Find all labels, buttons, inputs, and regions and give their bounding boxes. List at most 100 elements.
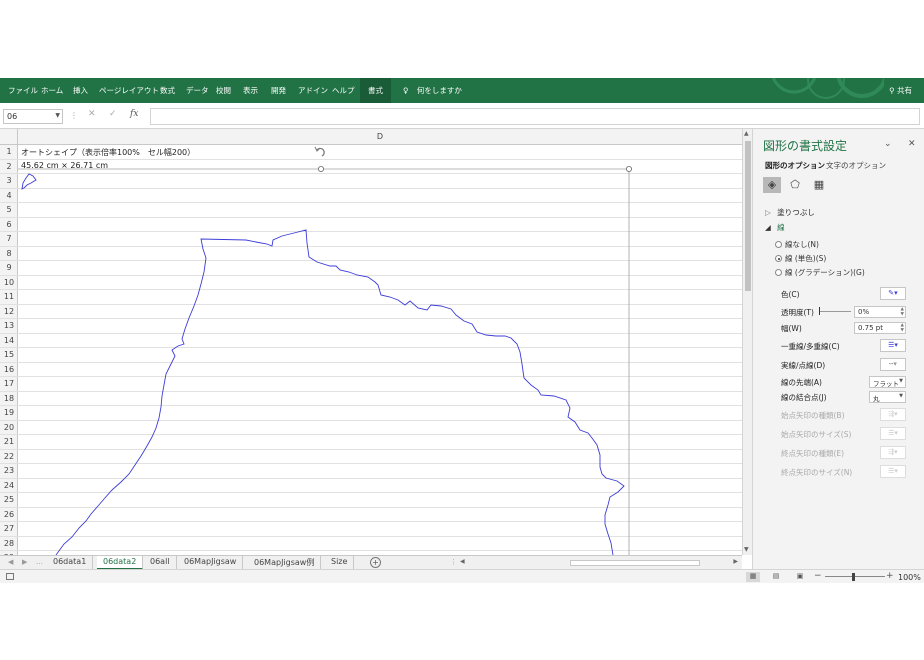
tab-addins[interactable]: アドイン bbox=[298, 85, 328, 96]
section-line[interactable]: ◢ 線 bbox=[765, 222, 785, 233]
horizontal-scroll-thumb[interactable] bbox=[570, 560, 700, 566]
tab-page-layout[interactable]: ページレイアウト bbox=[99, 85, 159, 96]
map-shape[interactable] bbox=[0, 145, 742, 555]
zoom-out-button[interactable]: − bbox=[814, 571, 822, 581]
insert-function-icon[interactable]: fx bbox=[130, 109, 138, 119]
normal-view-icon[interactable]: ▦ bbox=[746, 572, 760, 582]
radio-button[interactable] bbox=[775, 241, 782, 248]
tab-file[interactable]: ファイル bbox=[8, 85, 38, 96]
sheet-tab-06data1[interactable]: 06data1 bbox=[47, 556, 94, 570]
shape-outline-main bbox=[55, 229, 625, 555]
sheet-tab-06mapjigsaw[interactable]: 06MapJigsaw bbox=[178, 556, 244, 570]
column-header-d[interactable]: D bbox=[19, 132, 741, 141]
begin-arrow-size-button[interactable]: ☰▾ bbox=[880, 427, 906, 440]
effects-pentagon-icon[interactable]: ⬠ bbox=[786, 177, 804, 193]
radio-button[interactable] bbox=[775, 269, 782, 276]
compound-type-button[interactable]: ☰▾ bbox=[880, 339, 906, 352]
sheet-tab-06data2[interactable]: 06data2 bbox=[97, 556, 144, 570]
section-fill[interactable]: ▷ 塗りつぶし bbox=[765, 207, 815, 218]
sheet-tab-06all[interactable]: 06all bbox=[144, 556, 177, 570]
dash-type-button[interactable]: ┅▾ bbox=[880, 358, 906, 371]
radio-no-line[interactable]: 線なし(N) bbox=[775, 239, 819, 250]
begin-arrow-type-button[interactable]: ⇶▾ bbox=[880, 408, 906, 421]
sheet-tab-size[interactable]: Size bbox=[325, 556, 355, 570]
formula-bar: 06 ▼ ⋮ ✕ ✓ fx bbox=[0, 103, 924, 129]
zoom-level[interactable]: 100% bbox=[898, 573, 921, 582]
vertical-scroll-thumb[interactable] bbox=[745, 141, 751, 291]
zoom-slider-knob[interactable] bbox=[852, 573, 855, 581]
width-input[interactable]: 0.75 pt ▲ ▼ bbox=[854, 322, 906, 334]
select-all-corner[interactable] bbox=[0, 129, 18, 145]
tell-me-box[interactable]: ♀ 何をしますか bbox=[403, 85, 462, 96]
chevron-down-icon[interactable]: ▼ bbox=[55, 112, 60, 119]
macro-record-icon[interactable] bbox=[6, 573, 14, 580]
scroll-right-icon[interactable]: ▶ bbox=[733, 558, 738, 565]
arrow-size-icon: ☰▾ bbox=[888, 429, 898, 437]
tab-split-grip-icon[interactable]: ⋮ bbox=[450, 558, 457, 566]
join-type-select[interactable]: 丸 ▼ bbox=[869, 391, 906, 403]
page-layout-view-icon[interactable]: ▤ bbox=[769, 572, 783, 582]
scroll-up-icon[interactable]: ▲ bbox=[744, 130, 749, 137]
share-label: 共有 bbox=[897, 86, 912, 95]
tab-help[interactable]: ヘルプ bbox=[332, 85, 355, 96]
tab-text-options[interactable]: 文字のオプション bbox=[826, 160, 886, 171]
tab-format[interactable]: 書式 bbox=[360, 78, 391, 103]
cancel-icon[interactable]: ✕ bbox=[88, 109, 96, 119]
pane-options-chevron-icon[interactable]: ⌄ bbox=[884, 139, 892, 149]
sheet-tab-06mapjigsaw-example[interactable]: 06MapJigsaw例 bbox=[248, 556, 322, 570]
tab-formulas[interactable]: 数式 bbox=[160, 85, 175, 96]
cap-type-select[interactable]: フラット ▼ bbox=[869, 376, 906, 388]
shape-outline-small bbox=[21, 173, 37, 190]
sheet-prev-icon[interactable]: ◀ bbox=[8, 558, 13, 566]
transparency-slider[interactable] bbox=[819, 311, 851, 312]
tab-developer[interactable]: 開発 bbox=[271, 85, 286, 96]
transparency-slider-knob[interactable] bbox=[819, 307, 820, 315]
width-label: 幅(W) bbox=[781, 324, 802, 333]
fill-line-icon[interactable]: ◈ bbox=[763, 177, 781, 193]
end-arrow-type-button[interactable]: ⇶▾ bbox=[880, 446, 906, 459]
zoom-in-button[interactable]: + bbox=[886, 571, 894, 581]
page-break-view-icon[interactable]: ▣ bbox=[793, 572, 807, 582]
sheet-more-icon[interactable]: … bbox=[36, 558, 43, 566]
arrow-size-icon: ☰▾ bbox=[888, 467, 898, 475]
join-type-label: 線の結合点(J) bbox=[781, 393, 827, 402]
line-color-button[interactable]: ✎▾ bbox=[880, 287, 906, 300]
formula-bar-grip-icon[interactable]: ⋮ bbox=[70, 111, 78, 120]
format-shape-pane: 図形の書式設定 ⌄ ✕ 図形のオプション 文字のオプション ◈ ⬠ ▦ ▷ 塗り… bbox=[752, 129, 924, 569]
tab-shape-options[interactable]: 図形のオプション bbox=[765, 160, 825, 171]
color-label: 色(C) bbox=[781, 290, 800, 299]
end-arrow-size-button[interactable]: ☰▾ bbox=[880, 465, 906, 478]
transparency-input[interactable]: 0% ▲ ▼ bbox=[854, 306, 906, 318]
add-sheet-button[interactable]: + bbox=[370, 557, 381, 568]
sheet-tab-bar: ◀ ▶ … 06data1 06data2 06all 06MapJigsaw … bbox=[0, 555, 742, 570]
radio-button-selected[interactable] bbox=[775, 255, 782, 262]
tab-review[interactable]: 校閲 bbox=[216, 85, 231, 96]
worksheet-grid[interactable]: 1 2 3 4 5 6 7 8 9 10 11 12 13 14 15 16 17 18 19 20 21 22 23 24 2… bbox=[0, 145, 742, 555]
horizontal-scrollbar[interactable]: ◀ ▶ bbox=[460, 558, 738, 567]
scroll-down-icon[interactable]: ▼ bbox=[744, 546, 749, 553]
tab-home[interactable]: ホーム bbox=[41, 85, 63, 96]
enter-icon[interactable]: ✓ bbox=[109, 109, 117, 119]
formula-input[interactable] bbox=[150, 108, 920, 125]
radio-solid-line[interactable]: 線 (単色)(S) bbox=[775, 253, 826, 264]
resize-handle-top bbox=[317, 165, 324, 172]
sheet-next-icon[interactable]: ▶ bbox=[22, 558, 27, 566]
size-properties-icon[interactable]: ▦ bbox=[810, 177, 828, 193]
tab-view[interactable]: 表示 bbox=[243, 85, 258, 96]
radio-gradient-line[interactable]: 線 (グラデーション)(G) bbox=[775, 267, 865, 278]
vertical-scrollbar[interactable]: ▲ ▼ bbox=[742, 129, 752, 555]
person-icon: ⚲ bbox=[889, 86, 895, 95]
begin-arrow-size-label: 始点矢印のサイズ(S) bbox=[781, 430, 852, 439]
close-pane-icon[interactable]: ✕ bbox=[908, 139, 916, 149]
pane-title: 図形の書式設定 bbox=[763, 139, 848, 153]
spinner-icon[interactable]: ▲ ▼ bbox=[901, 323, 904, 333]
tab-insert[interactable]: 挿入 bbox=[73, 85, 88, 96]
chevron-down-icon: ◢ bbox=[765, 223, 771, 232]
spinner-icon[interactable]: ▲ ▼ bbox=[901, 307, 904, 317]
name-box[interactable]: 06 ▼ bbox=[3, 109, 63, 124]
share-button[interactable]: ⚲ 共有 bbox=[889, 85, 912, 96]
zoom-slider[interactable] bbox=[825, 576, 885, 577]
end-arrow-type-label: 終点矢印の種類(E) bbox=[781, 449, 845, 458]
scroll-left-icon[interactable]: ◀ bbox=[460, 558, 465, 565]
tab-data[interactable]: データ bbox=[186, 85, 209, 96]
